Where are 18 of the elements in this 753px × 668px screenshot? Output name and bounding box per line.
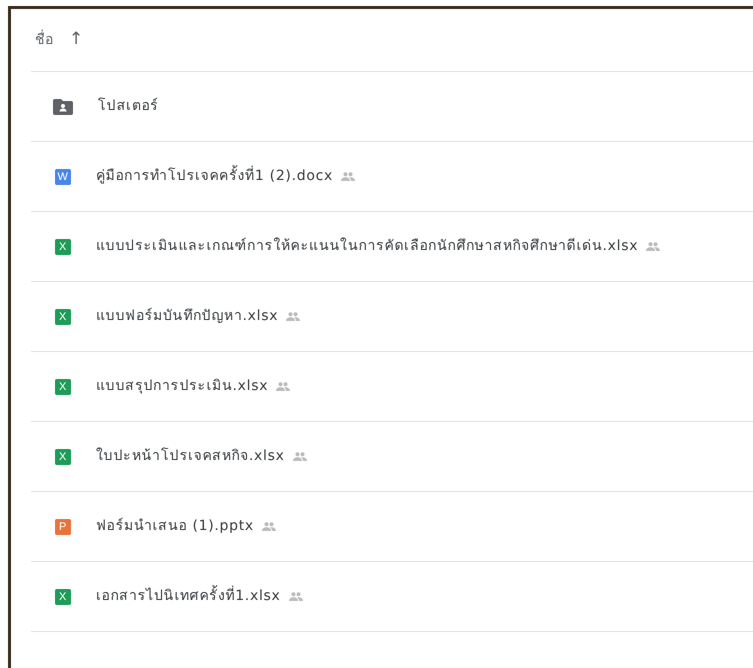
file-name[interactable]: เอกสารไปนิเทศครั้งที่1.xlsx <box>96 586 281 607</box>
name-column-header[interactable]: ชื่อ <box>35 30 53 50</box>
spreadsheet-file-icon: X <box>55 308 71 324</box>
file-name[interactable]: แบบฟอร์มบันทึกปัญหา.xlsx <box>96 306 278 327</box>
file-name[interactable]: แบบประเมินและเกณฑ์การให้คะแนนในการคัดเลือกนักศึกษาสหกิจศึกษาดีเด่น.xlsx <box>96 236 638 257</box>
spreadsheet-file-icon: X <box>55 448 71 464</box>
sort-arrow-icon[interactable]: ↑ <box>69 27 84 53</box>
presentation-file-icon: P <box>55 518 71 534</box>
file-name[interactable]: ฟอร์มนำเสนอ (1).pptx <box>96 516 254 537</box>
spreadsheet-file-icon: X <box>55 588 71 604</box>
file-name[interactable]: คู่มือการทำโปรเจคครั้งที่1 (2).docx <box>96 166 333 187</box>
file-name[interactable]: ใบปะหน้าโปรเจคสหกิจ.xlsx <box>96 446 285 467</box>
document-file-icon: W <box>55 168 71 184</box>
file-name[interactable]: โปสเตอร์ <box>98 96 159 117</box>
shared-folder-icon <box>53 98 73 114</box>
file-name[interactable]: แบบสรุปการประเมิน.xlsx <box>96 376 268 397</box>
spreadsheet-file-icon: X <box>55 378 71 394</box>
spreadsheet-file-icon: X <box>55 238 71 254</box>
